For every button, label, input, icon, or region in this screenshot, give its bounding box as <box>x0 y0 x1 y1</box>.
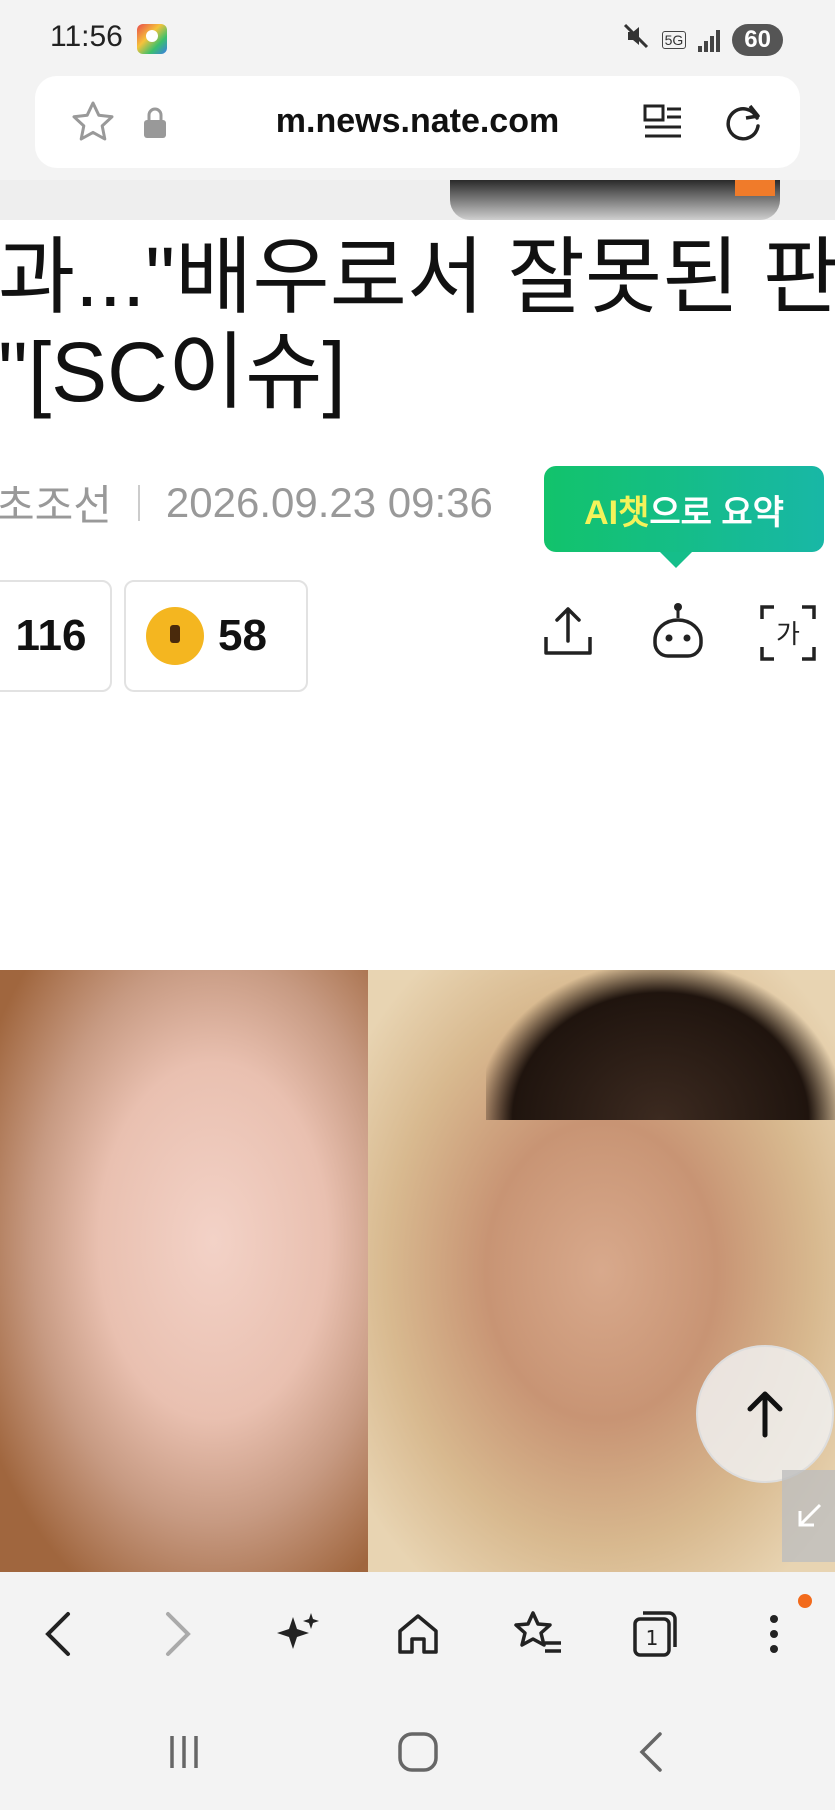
share-icon[interactable] <box>528 590 608 676</box>
source-name[interactable]: 초조선 <box>0 472 112 533</box>
reload-icon[interactable] <box>715 94 771 150</box>
font-size-icon[interactable]: 가 <box>748 590 828 676</box>
system-navigation-bar <box>0 1692 835 1810</box>
browser-toolbar: 1 <box>0 1572 835 1692</box>
article-byline: 초조선 2026.09.23 09:36 <box>0 472 493 533</box>
reader-mode-icon[interactable] <box>635 94 691 150</box>
reaction-button-1[interactable]: 116 <box>0 580 112 692</box>
status-bar: 11:56 5G 60 <box>0 0 835 76</box>
scroll-to-top-button[interactable] <box>696 1345 834 1483</box>
forward-icon[interactable] <box>138 1594 218 1674</box>
mute-icon <box>622 22 650 57</box>
notification-dot <box>798 1594 812 1608</box>
ai-summary-button[interactable]: AI챗 으로 요약 <box>544 466 824 568</box>
font-size-label: 가 <box>776 620 800 650</box>
headline-line-2: "[SC이슈] <box>0 325 346 419</box>
ai-sparkle-icon[interactable] <box>258 1594 338 1674</box>
ad-image[interactable] <box>450 180 780 220</box>
address-bar[interactable]: m.news.nate.com <box>35 76 800 168</box>
headline-line-1: 과..."배우로서 잘못된 판 <box>0 230 835 324</box>
clock: 11:56 <box>50 20 123 53</box>
reaction-count-1: 116 <box>15 611 87 660</box>
ad-accent <box>735 180 775 196</box>
signal-icon <box>698 28 721 52</box>
network-type: 5G <box>661 30 687 49</box>
status-icons: 5G 60 <box>622 22 783 57</box>
photo-left-panel <box>0 970 368 1572</box>
ai-chat-label: AI챗 <box>584 493 650 532</box>
back-icon[interactable] <box>18 1594 98 1674</box>
publish-datetime: 2026.09.23 09:36 <box>165 478 493 526</box>
bookmarks-icon[interactable] <box>498 1594 578 1674</box>
byline-divider <box>137 484 140 521</box>
article-photo[interactable] <box>0 970 835 1572</box>
home-nav-icon[interactable] <box>378 1722 458 1782</box>
back-nav-icon[interactable] <box>612 1722 692 1782</box>
svg-text:1: 1 <box>646 1626 659 1650</box>
summary-label: 으로 요약 <box>649 493 784 532</box>
web-content[interactable]: 과..."배우로서 잘못된 판 "[SC이슈] 초조선 2026.09.23 0… <box>0 180 835 1572</box>
minimize-video-icon[interactable] <box>782 1470 835 1562</box>
emoji-icon <box>146 607 204 665</box>
tabs-icon[interactable]: 1 <box>614 1594 694 1674</box>
battery-indicator: 60 <box>732 23 783 56</box>
home-icon[interactable] <box>378 1594 458 1674</box>
ad-banner[interactable] <box>0 180 835 220</box>
reaction-count-2: 58 <box>218 611 267 660</box>
photo-hair-shade <box>486 970 835 1120</box>
map-app-icon <box>137 24 167 54</box>
recent-apps-icon[interactable] <box>144 1722 224 1782</box>
reaction-button-2[interactable]: 58 <box>124 580 308 692</box>
robot-icon[interactable] <box>638 590 718 676</box>
